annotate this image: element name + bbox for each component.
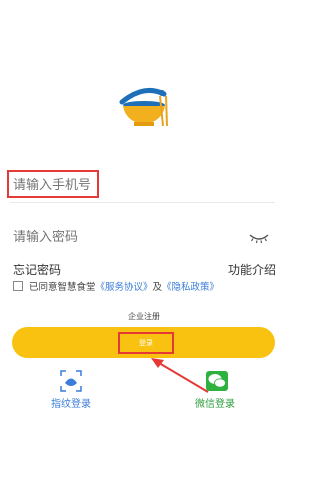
phone-input-underline xyxy=(10,202,275,203)
agreement-prefix: 已同意智慧食堂 xyxy=(29,282,96,293)
forgot-password-link[interactable]: 忘记密码 xyxy=(13,261,61,278)
phone-input[interactable] xyxy=(13,178,193,193)
agreement-row: 已同意智慧食堂 《服务协议》 及 《隐私政策》 xyxy=(13,279,219,293)
feature-intro-link[interactable]: 功能介绍 xyxy=(228,261,276,278)
agreement-checkbox[interactable] xyxy=(13,281,23,291)
password-input[interactable] xyxy=(13,230,193,245)
fingerprint-login-label[interactable]: 指纹登录 xyxy=(51,395,91,410)
wechat-login-label[interactable]: 微信登录 xyxy=(195,395,235,410)
login-button-label: 登录 xyxy=(139,339,153,347)
canteen-logo-icon xyxy=(119,87,168,127)
privacy-policy-link[interactable]: 《隐私政策》 xyxy=(162,279,219,293)
eye-closed-icon[interactable] xyxy=(248,232,270,244)
agreement-and: 及 xyxy=(152,282,163,293)
service-agreement-link[interactable]: 《服务协议》 xyxy=(96,279,153,293)
enterprise-register-link[interactable]: 企业注册 xyxy=(128,311,160,322)
wechat-icon[interactable] xyxy=(206,371,228,391)
fingerprint-icon[interactable] xyxy=(60,370,82,392)
red-arrow-icon xyxy=(151,358,209,393)
